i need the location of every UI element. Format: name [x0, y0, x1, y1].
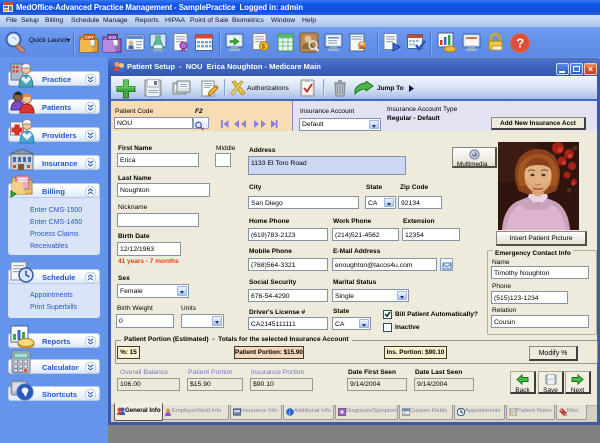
svg-text:CPT: CPT — [85, 35, 94, 40]
svg-text:ICD: ICD — [109, 35, 118, 40]
svg-text:?: ? — [516, 36, 524, 51]
